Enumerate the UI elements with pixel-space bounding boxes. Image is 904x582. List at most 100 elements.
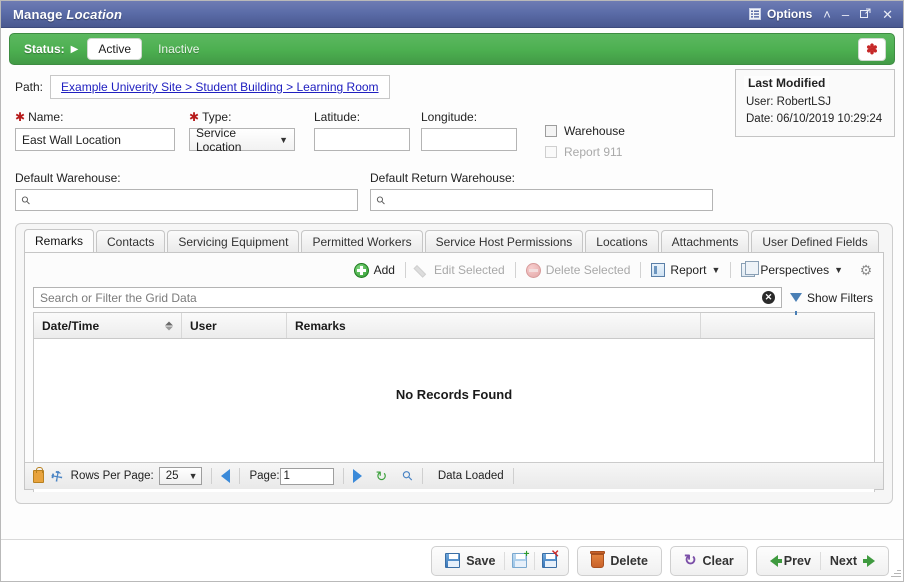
grid-status-text: Data Loaded [438,470,504,482]
next-page-button[interactable] [353,469,362,483]
add-label: Add [374,263,395,277]
tab-content-remarks: Add Edit Selected Delete Selected Report… [24,252,884,490]
save-close-icon: ✕ [542,553,557,568]
warehouse-label: Warehouse [564,124,625,138]
last-modified-user: User: RobertLSJ [746,94,884,111]
latitude-input[interactable] [314,128,410,151]
tab-panel: Remarks Contacts Servicing Equipment Per… [15,223,893,504]
toolbar-divider [405,262,406,278]
minimize-icon[interactable]: – [842,8,849,21]
tab-attachments[interactable]: Attachments [661,230,750,252]
tab-locations[interactable]: Locations [585,230,658,252]
report-dropdown[interactable]: Report ▼ [643,260,728,280]
delete-selected-label: Delete Selected [546,263,631,277]
wrench-icon[interactable]: ⚒ [48,467,65,484]
toolbar-divider [730,262,731,278]
tab-label: Service Host Permissions [436,235,573,249]
action-bar: Save + ✕ Delete ↻ C [1,539,903,581]
report-label: Report [670,263,706,277]
save-button[interactable]: Save [436,548,504,574]
default-warehouse-input[interactable]: ⚲ [15,189,358,211]
tab-remarks[interactable]: Remarks [24,229,94,252]
perspectives-label: Perspectives [760,263,829,277]
close-icon[interactable]: ✕ [882,8,893,21]
next-button[interactable]: Next [821,548,884,574]
location-form: Path: Example Univerity Site > Student B… [1,65,903,211]
tab-servicing-equipment[interactable]: Servicing Equipment [167,230,299,252]
last-modified-title: Last Modified [744,76,829,90]
add-icon [354,263,369,278]
search-input[interactable]: Search or Filter the Grid Data ✕ [33,287,782,308]
refresh-icon[interactable]: ↻ [376,469,388,483]
required-icon: ✱ [15,111,25,123]
save-and-new-button[interactable]: + [505,548,534,574]
column-header-remarks[interactable]: Remarks [287,313,701,338]
clear-button[interactable]: ↻ Clear [675,548,743,574]
show-filters-button[interactable]: Show Filters [790,291,875,305]
name-input[interactable]: East Wall Location [15,128,175,151]
tab-user-defined-fields[interactable]: User Defined Fields [751,230,878,252]
delete-label: Delete [610,554,648,568]
chevron-down-icon: ▼ [279,135,288,145]
breadcrumb-link[interactable]: Example Univerity Site > Student Buildin… [61,80,379,94]
favorite-button[interactable]: ✽ [858,38,886,61]
add-button[interactable]: Add [346,260,403,280]
longitude-field-group: Longitude: [421,110,517,151]
plus-badge-icon: + [524,550,530,560]
tab-label: Locations [596,235,647,249]
resize-handle[interactable] [889,567,901,579]
window-title-bar: Manage Location Options ˄ – ✕ [1,1,903,28]
type-select-value: Service Location [196,126,271,154]
clear-label: Clear [703,554,734,568]
lock-icon[interactable] [33,470,44,483]
grid-search-icon[interactable]: ⚲ [399,467,417,485]
grid-settings-button[interactable]: ⚙ [851,260,875,280]
arrow-right-icon [867,555,875,567]
longitude-input[interactable] [421,128,517,151]
footer-divider [343,468,344,484]
pencil-icon [416,264,429,277]
clear-search-icon[interactable]: ✕ [762,291,775,304]
grid-search-row: Search or Filter the Grid Data ✕ Show Fi… [25,283,883,308]
default-return-warehouse-input[interactable]: ⚲ [370,189,713,211]
footer-divider [239,468,240,484]
status-active-option[interactable]: Active [87,38,142,60]
edit-selected-button: Edit Selected [408,260,513,280]
warehouse-checkbox[interactable] [545,125,557,137]
tab-label: Permitted Workers [312,235,411,249]
path-label: Path: [15,80,43,94]
status-inactive-option[interactable]: Inactive [158,42,199,56]
last-modified-panel: Last Modified User: RobertLSJ Date: 06/1… [735,69,895,137]
perspectives-dropdown[interactable]: Perspectives ▼ [733,260,851,280]
column-header-datetime[interactable]: Date/Time [34,313,182,338]
minus-circle-icon [526,263,541,278]
tab-contacts[interactable]: Contacts [96,230,165,252]
tab-service-host-permissions[interactable]: Service Host Permissions [425,230,584,252]
prev-button[interactable]: Prev [761,548,820,574]
collapse-icon[interactable]: ˄ [823,8,831,21]
report911-checkbox-row: Report 911 [545,145,625,159]
warehouse-checkbox-row[interactable]: Warehouse [545,124,625,138]
filter-icon [790,293,802,302]
page-number-input[interactable]: 1 [280,468,334,485]
clear-icon: ↻ [684,553,697,568]
popout-icon[interactable] [860,8,871,21]
options-button[interactable]: Options [749,7,812,21]
toolbar-divider [640,262,641,278]
rows-per-page-select[interactable]: 25 ▼ [159,467,203,485]
column-header-user[interactable]: User [182,313,287,338]
options-label: Options [767,7,812,21]
previous-page-button[interactable] [221,469,230,483]
longitude-label: Longitude: [421,110,517,124]
arrow-left-icon [770,555,778,567]
trash-icon [591,554,604,568]
default-warehouse-label: Default Warehouse: [15,171,358,185]
clear-button-group: ↻ Clear [670,546,748,576]
column-label: Date/Time [42,319,99,333]
delete-button[interactable]: Delete [582,548,657,574]
tab-permitted-workers[interactable]: Permitted Workers [301,230,422,252]
status-bar: Status: ▶ Active Inactive ✽ [9,33,895,65]
type-select[interactable]: Service Location ▼ [189,128,295,151]
save-and-close-button[interactable]: ✕ [535,548,564,574]
report911-checkbox [545,146,557,158]
